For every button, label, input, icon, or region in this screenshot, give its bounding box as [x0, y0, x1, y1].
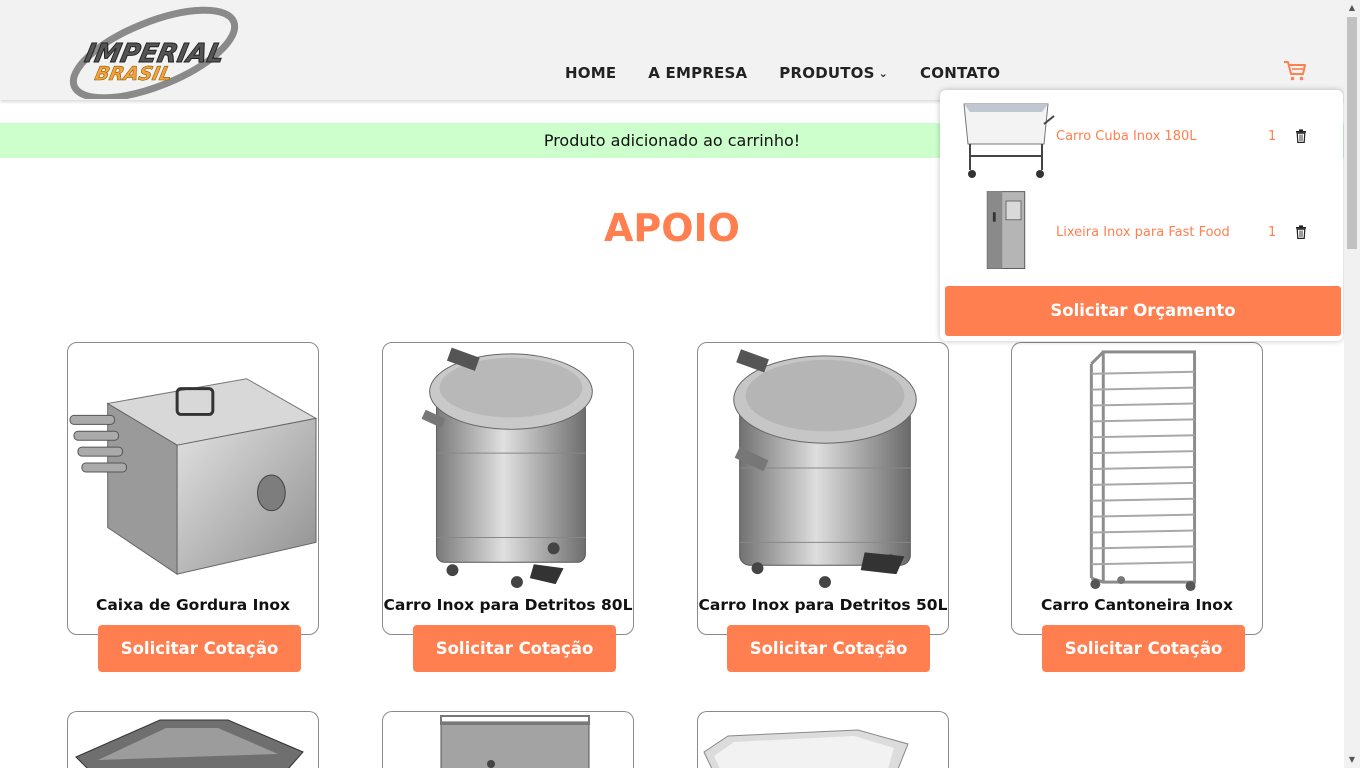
scroll-down-arrow-icon[interactable]: ▼: [1344, 752, 1360, 768]
product-card[interactable]: Carro Inox para Detritos 80L: [382, 342, 634, 635]
product-image: [69, 378, 318, 576]
product-card[interactable]: [67, 711, 319, 768]
cart-item-quantity: 1: [1268, 225, 1277, 240]
request-quote-button[interactable]: Solicitar Cotação: [727, 625, 930, 672]
scrollbar-thumb[interactable]: [1347, 17, 1357, 249]
nav-home[interactable]: HOME: [565, 64, 616, 82]
site-header: IMPERIAL BRASIL HOME A EMPRESA PRODUTOS ⌄…: [0, 0, 1344, 100]
request-quote-button[interactable]: Solicitar Cotação: [413, 625, 616, 672]
page-scrollbar[interactable]: ▲ ▼: [1344, 0, 1360, 768]
product-image: [75, 719, 304, 768]
product-card[interactable]: Carro Cantoneira Inox: [1011, 342, 1263, 635]
trash-icon[interactable]: [1295, 129, 1307, 143]
svg-text:BRASIL: BRASIL: [93, 62, 174, 85]
product-image: [703, 729, 909, 768]
scroll-up-arrow-icon[interactable]: ▲: [1344, 0, 1360, 16]
cart-item-image: [986, 191, 1026, 269]
product-image: [733, 349, 917, 589]
trash-icon[interactable]: [1295, 225, 1307, 239]
product-card[interactable]: Caixa de Gordura Inox: [67, 342, 319, 635]
nav-produtos-label: PRODUTOS: [779, 64, 875, 82]
product-image: [440, 715, 590, 768]
nav-produtos[interactable]: PRODUTOS ⌄: [779, 64, 888, 82]
product-name: Caixa de Gordura Inox: [95, 596, 291, 614]
request-quote-button[interactable]: Solicitar Cotação: [1042, 625, 1245, 672]
product-card[interactable]: Carro Inox para Detritos 50L: [697, 342, 949, 635]
nav-contato[interactable]: CONTATO: [920, 64, 1000, 82]
cart-dropdown: Carro Cuba Inox 180L 1 Lixeira Inox para…: [940, 90, 1343, 341]
cart-icon[interactable]: [1283, 60, 1307, 82]
main-nav: HOME A EMPRESA PRODUTOS ⌄ CONTATO: [565, 64, 1000, 82]
imperial-brasil-logo[interactable]: IMPERIAL BRASIL: [66, 4, 242, 99]
cart-item: Lixeira Inox para Fast Food 1: [940, 186, 1343, 282]
product-name: Carro Inox para Detritos 50L: [698, 596, 948, 614]
product-name: Carro Inox para Detritos 80L: [383, 596, 633, 614]
cart-item-image: [963, 103, 1055, 178]
product-image: [421, 347, 593, 589]
product-card[interactable]: [382, 711, 634, 768]
request-quote-button[interactable]: Solicitar Cotação: [98, 625, 301, 672]
product-image: [1089, 350, 1197, 592]
chevron-down-icon: ⌄: [878, 67, 889, 80]
cart-item-quantity: 1: [1268, 129, 1277, 144]
nav-empresa[interactable]: A EMPRESA: [648, 64, 747, 82]
cart-item: Carro Cuba Inox 180L 1: [940, 90, 1343, 186]
product-name: Carro Cantoneira Inox: [1041, 596, 1233, 614]
product-card[interactable]: [697, 711, 949, 768]
cart-item-name[interactable]: Lixeira Inox para Fast Food: [1056, 225, 1230, 240]
request-budget-button[interactable]: Solicitar Orçamento: [945, 286, 1341, 336]
cart-item-name[interactable]: Carro Cuba Inox 180L: [1056, 129, 1196, 144]
